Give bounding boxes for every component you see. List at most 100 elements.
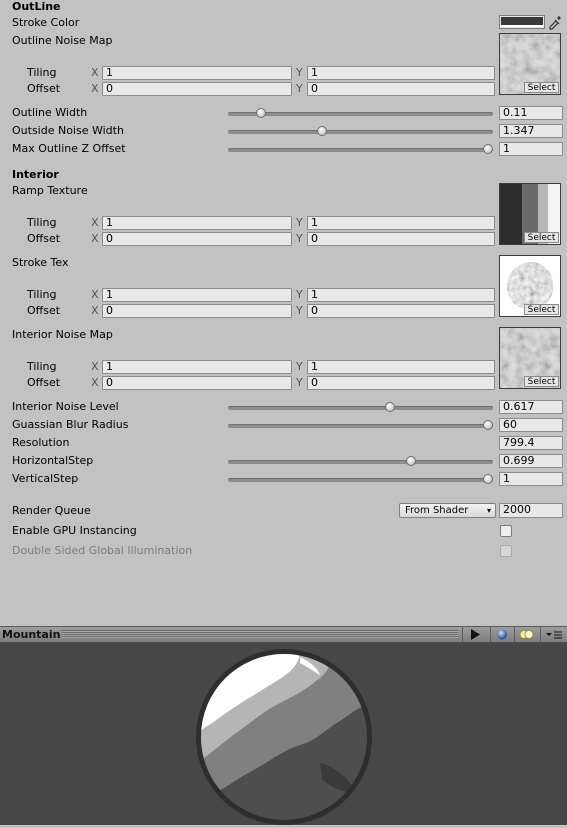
outline-noise-tiling-y[interactable]: 1: [307, 66, 495, 80]
y-axis-label: Y: [296, 82, 303, 95]
horizontal-step-value[interactable]: 0.699: [499, 454, 563, 468]
outline-noise-tiling-x[interactable]: 1: [102, 66, 292, 80]
sphere-icon: [497, 629, 507, 640]
ramp-select-button[interactable]: Select: [524, 232, 559, 243]
preview-title: Mountain: [2, 628, 61, 641]
lights-icon: [519, 630, 534, 639]
x-axis-label: X: [91, 66, 99, 79]
y-axis-label: Y: [296, 216, 303, 229]
outline-noise-thumbnail[interactable]: Select: [499, 33, 561, 95]
blur-radius-value[interactable]: 60: [499, 418, 563, 432]
outline-noise-offset-x[interactable]: 0: [102, 82, 292, 96]
y-axis-label: Y: [296, 288, 303, 301]
material-preview[interactable]: [0, 643, 567, 825]
outside-noise-width-label: Outside Noise Width: [12, 124, 124, 137]
interior-noise-thumbnail[interactable]: Select: [499, 327, 561, 389]
ramp-texture-label: Ramp Texture: [12, 184, 88, 197]
interior-noise-tiling-label: Tiling: [27, 360, 57, 373]
render-queue-dropdown[interactable]: From Shader ▾: [399, 503, 496, 518]
horizontal-step-slider[interactable]: [228, 460, 493, 464]
outline-width-slider[interactable]: [228, 112, 493, 116]
ramp-tiling-y[interactable]: 1: [307, 216, 495, 230]
stroke-color-fill: [501, 17, 543, 25]
outline-width-value[interactable]: 0.11: [499, 106, 563, 120]
stroke-offset-y[interactable]: 0: [307, 304, 495, 318]
interior-noise-offset-x[interactable]: 0: [102, 376, 292, 390]
render-queue-label: Render Queue: [12, 504, 91, 517]
stroke-alpha-bar: [501, 25, 543, 27]
stroke-offset-label: Offset: [27, 304, 61, 317]
ramp-offset-y[interactable]: 0: [307, 232, 495, 246]
stroke-tiling-x[interactable]: 1: [102, 288, 292, 302]
blur-radius-knob[interactable]: [483, 420, 493, 430]
y-axis-label: Y: [296, 376, 303, 389]
interior-noise-map-label: Interior Noise Map: [12, 328, 113, 341]
interior-header: Interior: [12, 168, 59, 181]
ramp-offset-x[interactable]: 0: [102, 232, 292, 246]
outline-noise-offset-y[interactable]: 0: [307, 82, 495, 96]
max-outline-z-knob[interactable]: [483, 144, 493, 154]
ramp-tiling-label: Tiling: [27, 216, 57, 229]
preview-sphere: [196, 649, 372, 825]
outline-noise-offset-label: Offset: [27, 82, 61, 95]
blur-radius-slider[interactable]: [228, 424, 493, 428]
ramp-offset-label: Offset: [27, 232, 61, 245]
x-axis-label: X: [91, 304, 99, 317]
gpu-instancing-checkbox[interactable]: [500, 525, 512, 537]
stroke-tiling-label: Tiling: [27, 288, 57, 301]
interior-noise-tiling-y[interactable]: 1: [307, 360, 495, 374]
preview-mesh-button[interactable]: [490, 627, 513, 642]
menu-icon: [546, 631, 562, 639]
eyedropper-icon[interactable]: [547, 14, 563, 30]
double-sided-gi-checkbox: [500, 545, 512, 557]
interior-noise-select-button[interactable]: Select: [524, 376, 559, 387]
x-axis-label: X: [91, 288, 99, 301]
play-button[interactable]: [462, 627, 487, 642]
stroke-tex-select-button[interactable]: Select: [524, 304, 559, 315]
chevron-updown-icon: ▾: [486, 506, 491, 515]
x-axis-label: X: [91, 360, 99, 373]
double-sided-gi-label: Double Sided Global Illumination: [12, 544, 193, 557]
interior-noise-offset-y[interactable]: 0: [307, 376, 495, 390]
stroke-tiling-y[interactable]: 1: [307, 288, 495, 302]
x-axis-label: X: [91, 376, 99, 389]
drag-handle[interactable]: [62, 630, 458, 638]
render-queue-value[interactable]: 2000: [499, 503, 563, 518]
render-queue-mode: From Shader: [405, 505, 469, 516]
outside-noise-width-knob[interactable]: [317, 126, 328, 136]
stroke-tex-thumbnail[interactable]: Select: [499, 255, 561, 317]
stroke-color-swatch[interactable]: [499, 15, 545, 29]
y-axis-label: Y: [296, 66, 303, 79]
vertical-step-value[interactable]: 1: [499, 472, 563, 486]
outline-width-knob[interactable]: [256, 108, 267, 118]
outline-width-label: Outline Width: [12, 106, 88, 119]
max-outline-z-value[interactable]: 1: [499, 142, 563, 156]
ramp-texture-thumbnail[interactable]: Select: [499, 183, 561, 245]
outside-noise-width-value[interactable]: 1.347: [499, 124, 563, 138]
vertical-step-knob[interactable]: [483, 474, 493, 484]
blur-radius-label: Guassian Blur Radius: [12, 418, 129, 431]
resolution-label: Resolution: [12, 436, 70, 449]
stroke-tex-label: Stroke Tex: [12, 256, 69, 269]
interior-noise-level-knob[interactable]: [385, 402, 396, 412]
interior-noise-tiling-x[interactable]: 1: [102, 360, 292, 374]
outline-noise-select-button[interactable]: Select: [524, 82, 559, 93]
preview-lights-button[interactable]: [514, 627, 539, 642]
interior-noise-level-slider[interactable]: [228, 406, 493, 410]
horizontal-step-knob[interactable]: [406, 456, 417, 466]
gpu-instancing-label: Enable GPU Instancing: [12, 524, 137, 537]
y-axis-label: Y: [296, 304, 303, 317]
ramp-tiling-x[interactable]: 1: [102, 216, 292, 230]
max-outline-z-slider[interactable]: [228, 148, 493, 152]
preview-menu-button[interactable]: [540, 627, 567, 642]
y-axis-label: Y: [296, 232, 303, 245]
vertical-step-slider[interactable]: [228, 478, 493, 482]
stroke-offset-x[interactable]: 0: [102, 304, 292, 318]
preview-toolbar[interactable]: Mountain: [0, 626, 567, 643]
stroke-color-label: Stroke Color: [12, 16, 80, 29]
vertical-step-label: VerticalStep: [12, 472, 79, 485]
resolution-value[interactable]: 799.4: [499, 436, 563, 450]
outside-noise-width-slider[interactable]: [228, 130, 493, 134]
interior-noise-level-value[interactable]: 0.617: [499, 400, 563, 414]
max-outline-z-label: Max Outline Z Offset: [12, 142, 126, 155]
